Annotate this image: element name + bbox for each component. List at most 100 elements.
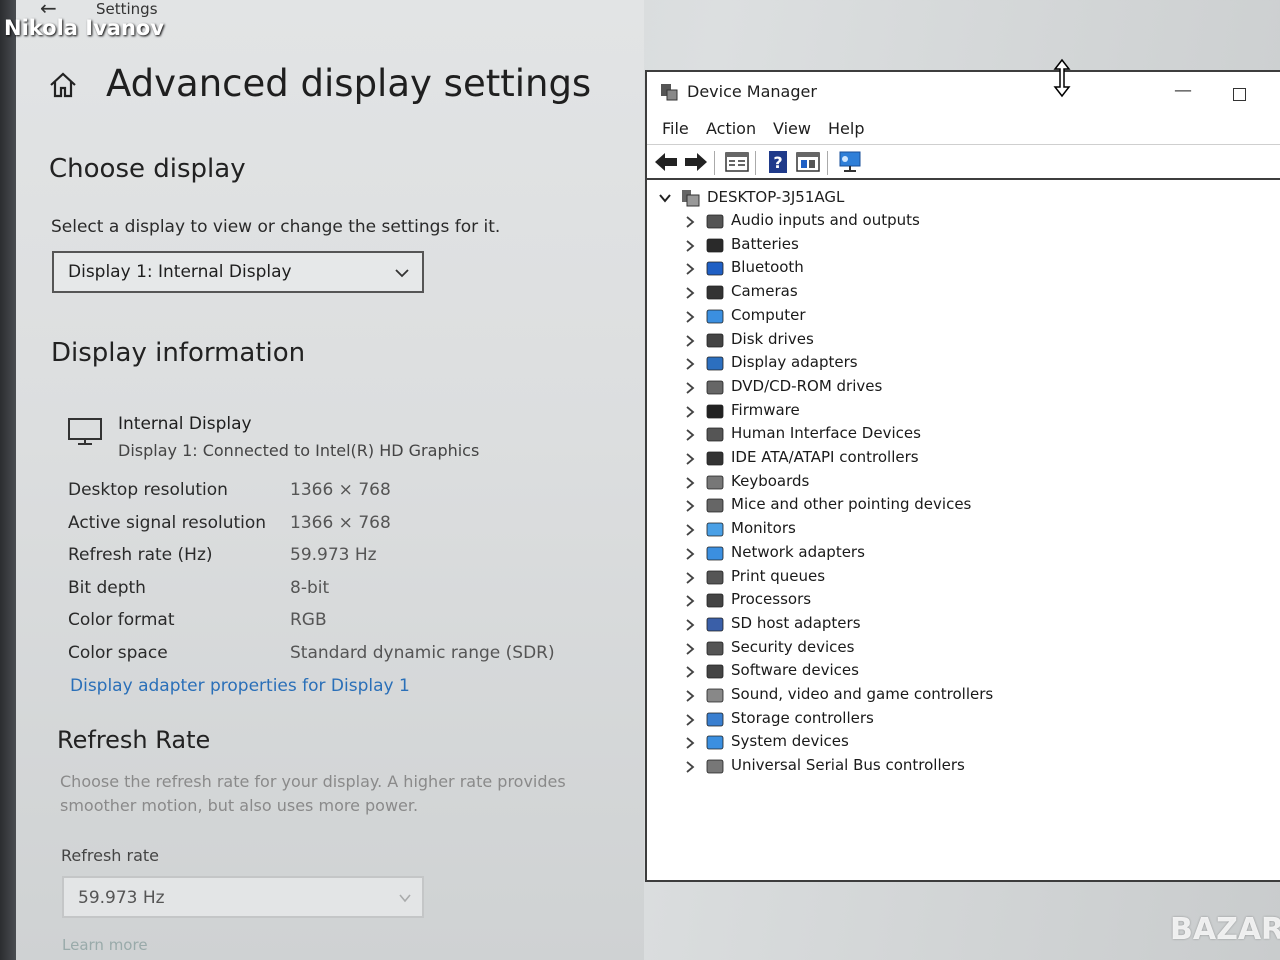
info-row-refresh-rate: Refresh rate (Hz) 59.973 Hz	[68, 545, 588, 573]
device-category-network-adapters[interactable]: Network adapters	[647, 542, 1280, 566]
chevron-right-icon[interactable]	[685, 713, 695, 726]
device-category-label: Bluetooth	[731, 258, 804, 277]
device-category-label: System devices	[731, 732, 849, 751]
device-category-monitors[interactable]: Monitors	[647, 518, 1280, 542]
chevron-right-icon[interactable]	[685, 453, 695, 465]
chevron-right-icon[interactable]	[685, 429, 695, 441]
device-category-disk-drives[interactable]: Disk drives	[647, 329, 1280, 353]
computer-icon	[706, 309, 724, 324]
device-category-firmware[interactable]: Firmware	[647, 400, 1280, 424]
toolbar-separator	[714, 151, 715, 175]
chevron-right-icon[interactable]	[685, 548, 695, 560]
device-category-mice-and-other-pointing-devices[interactable]: Mice and other pointing devices	[647, 494, 1280, 518]
chevron-down-icon	[399, 894, 411, 903]
info-value: 59.973 Hz	[290, 545, 377, 565]
menu-help[interactable]: Help	[828, 119, 864, 138]
device-category-keyboards[interactable]: Keyboards	[647, 471, 1280, 495]
chevron-right-icon[interactable]	[685, 311, 695, 323]
device-manager-window: Device Manager — File Action View Help ?	[645, 58, 1280, 882]
device-category-security-devices[interactable]: Security devices	[647, 637, 1280, 661]
display-connection: Display 1: Connected to Intel(R) HD Grap…	[118, 441, 480, 460]
back-arrow-icon[interactable]	[653, 150, 679, 174]
chevron-right-icon[interactable]	[685, 405, 695, 418]
learn-more-link[interactable]: Learn more	[62, 936, 148, 954]
chevron-right-icon[interactable]	[685, 334, 695, 347]
chevron-right-icon[interactable]	[685, 382, 695, 394]
device-category-batteries[interactable]: Batteries	[647, 234, 1280, 258]
home-icon[interactable]	[48, 70, 78, 100]
device-category-label: Sound, video and game controllers	[731, 685, 994, 703]
device-category-print-queues[interactable]: Print queues	[647, 566, 1280, 590]
display-adapter-properties-link[interactable]: Display adapter properties for Display 1	[70, 676, 410, 696]
chevron-right-icon[interactable]	[685, 263, 695, 276]
battery-icon	[706, 238, 724, 253]
chevron-right-icon[interactable]	[685, 761, 695, 773]
chevron-down-icon[interactable]	[659, 192, 671, 204]
menu-file[interactable]: File	[662, 119, 689, 138]
update-driver-icon[interactable]	[795, 150, 821, 174]
display-select-dropdown[interactable]: Display 1: Internal Display	[52, 251, 424, 293]
device-category-label: Human Interface Devices	[731, 424, 921, 443]
sound-icon	[706, 688, 724, 703]
device-category-ide-ata-atapi-controllers[interactable]: IDE ATA/ATAPI controllers	[647, 447, 1280, 471]
page-title: Advanced display settings	[106, 62, 592, 105]
chevron-right-icon[interactable]	[685, 287, 695, 299]
info-value: 1366 × 768	[290, 513, 391, 533]
device-category-label: Storage controllers	[731, 708, 874, 727]
device-category-human-interface-devices[interactable]: Human Interface Devices	[647, 423, 1280, 447]
chevron-right-icon[interactable]	[685, 524, 695, 536]
menu-action[interactable]: Action	[706, 119, 756, 138]
device-category-processors[interactable]: Processors	[647, 589, 1280, 613]
device-category-label: Monitors	[731, 519, 796, 538]
software-device-icon	[706, 664, 724, 679]
chevron-right-icon[interactable]	[685, 476, 695, 489]
processor-icon	[706, 593, 724, 608]
chevron-right-icon[interactable]	[685, 642, 695, 655]
device-category-sound-video-and-game-controllers[interactable]: Sound, video and game controllers	[647, 684, 1280, 708]
maximize-button[interactable]	[1233, 88, 1246, 101]
device-category-audio-inputs-and-outputs[interactable]: Audio inputs and outputs	[647, 210, 1280, 234]
forward-arrow-icon[interactable]	[683, 150, 709, 174]
device-category-system-devices[interactable]: System devices	[647, 731, 1280, 755]
tree-root-computer[interactable]: DESKTOP-3J51AGL	[647, 186, 1280, 210]
chevron-right-icon[interactable]	[685, 571, 695, 584]
device-category-label: Software devices	[731, 661, 859, 680]
chevron-right-icon[interactable]	[685, 690, 695, 702]
chevron-right-icon[interactable]	[685, 358, 695, 370]
device-category-dvd-cd-rom-drives[interactable]: DVD/CD-ROM drives	[647, 376, 1280, 400]
device-category-computer[interactable]: Computer	[647, 305, 1280, 329]
device-category-storage-controllers[interactable]: Storage controllers	[647, 708, 1280, 732]
device-category-bluetooth[interactable]: Bluetooth	[647, 257, 1280, 281]
camera-icon	[706, 285, 724, 300]
chevron-right-icon[interactable]	[685, 595, 695, 607]
device-category-label: SD host adapters	[731, 613, 861, 632]
device-category-label: Batteries	[731, 234, 799, 253]
dvd-icon	[706, 380, 724, 395]
refresh-rate-dropdown[interactable]: 59.973 Hz	[62, 876, 424, 918]
properties-icon[interactable]	[724, 150, 750, 174]
refresh-rate-description-line1: Choose the refresh rate for your display…	[60, 772, 566, 791]
device-category-cameras[interactable]: Cameras	[647, 281, 1280, 305]
chevron-right-icon[interactable]	[685, 239, 695, 252]
device-category-display-adapters[interactable]: Display adapters	[647, 352, 1280, 376]
chevron-right-icon[interactable]	[685, 619, 695, 631]
chevron-down-icon	[395, 269, 409, 278]
help-icon[interactable]: ?	[765, 150, 791, 174]
device-category-software-devices[interactable]: Software devices	[647, 660, 1280, 684]
choose-display-instruction: Select a display to view or change the s…	[51, 217, 501, 237]
chevron-right-icon[interactable]	[685, 216, 695, 228]
chevron-right-icon[interactable]	[685, 737, 695, 750]
device-category-universal-serial-bus-controllers[interactable]: Universal Serial Bus controllers	[647, 755, 1280, 779]
site-watermark: BAZAR	[1170, 912, 1280, 947]
chevron-right-icon[interactable]	[685, 666, 695, 678]
chevron-right-icon[interactable]	[685, 500, 695, 513]
tree-root-label: DESKTOP-3J51AGL	[707, 188, 845, 206]
device-category-sd-host-adapters[interactable]: SD host adapters	[647, 613, 1280, 637]
scan-hardware-icon[interactable]	[837, 150, 863, 174]
device-category-label: Computer	[731, 305, 806, 324]
system-device-icon	[706, 735, 724, 750]
info-label: Color space	[68, 643, 168, 663]
menu-view[interactable]: View	[773, 119, 811, 138]
svg-text:?: ?	[773, 153, 782, 172]
minimize-button[interactable]: —	[1174, 80, 1192, 101]
